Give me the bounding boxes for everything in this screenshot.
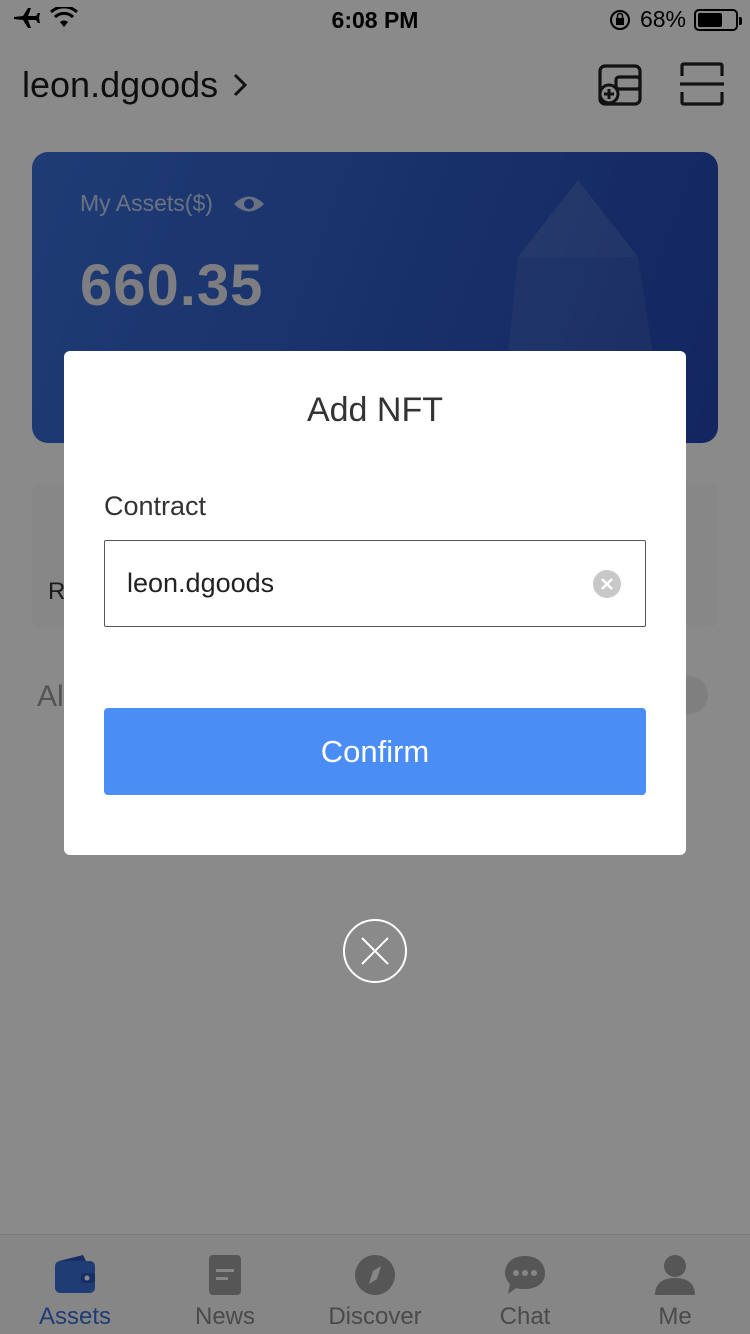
close-icon xyxy=(601,578,613,590)
close-icon xyxy=(361,937,389,965)
dialog-title: Add NFT xyxy=(306,391,444,429)
contract-label: Contract xyxy=(104,491,207,521)
contract-field[interactable] xyxy=(104,540,646,627)
contract-input[interactable] xyxy=(127,541,567,626)
close-dialog-button[interactable] xyxy=(343,919,407,983)
add-nft-dialog: Add NFT Contract Confirm xyxy=(64,351,686,855)
clear-input-button[interactable] xyxy=(593,570,621,598)
confirm-button[interactable]: Confirm xyxy=(104,708,646,795)
